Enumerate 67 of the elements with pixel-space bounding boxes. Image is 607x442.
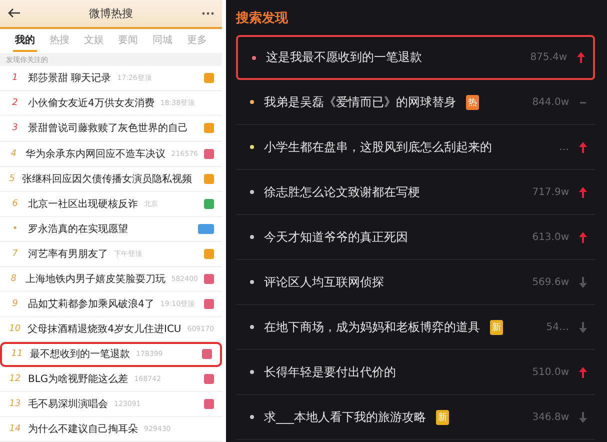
- topic-tag: 新: [436, 410, 449, 424]
- rank-number: 3: [11, 123, 19, 134]
- topic-title: 河艺率有男朋友了: [28, 248, 108, 261]
- list-row[interactable]: 在地下商场，成为妈妈和老板博弈的道具 新 54…: [236, 305, 595, 350]
- topic-title: 郑莎景甜 聊天记录: [28, 72, 112, 86]
- topic-title: 评论区人均互联网侦探: [264, 274, 384, 290]
- page-title: 微博热搜: [89, 6, 133, 21]
- topic-title: 小伙偷女友近4万供女友消费: [28, 96, 154, 110]
- topic-title: 罗永浩真的在实现愿望: [28, 222, 128, 236]
- topic-title: 北京一社区出现硬核反诈: [28, 198, 138, 211]
- heat-value: 613.0w: [532, 232, 569, 242]
- list-row[interactable]: 求___本地人看下我的旅游攻略 新 346.8w: [236, 395, 595, 440]
- list-row[interactable]: 小学生都在盘串，这股风到底怎么刮起来的 …: [236, 125, 595, 170]
- heat-value: 569.6w: [532, 276, 569, 288]
- rank-number: 8: [10, 274, 18, 284]
- topic-title: 长得年轻是要付出代价的: [264, 364, 396, 380]
- heat-value: 346.8w: [532, 412, 569, 422]
- heat-value: 510.0w: [532, 366, 569, 378]
- topic-title: 最不想收到的一笔退款: [30, 348, 130, 362]
- list-row[interactable]: 5 张继科回应因欠债传播女演员隐私视频: [0, 166, 222, 192]
- topic-title: BLG为啥视野能这么差: [28, 372, 128, 386]
- topic-title: 为什么不建议自己掏耳朵: [28, 422, 138, 436]
- back-icon[interactable]: [8, 8, 20, 18]
- heat-value: 875.4w: [530, 52, 567, 63]
- topic-title: 在地下商场，成为妈妈和老板博弈的道具: [264, 318, 480, 336]
- heat-value: 717.9w: [532, 186, 569, 198]
- list-row[interactable]: 今天才知道爷爷的真正死因 613.0w: [236, 215, 595, 260]
- topic-title: 华为余承东内网回应不造车决议: [25, 148, 166, 161]
- rank-number: 4: [10, 148, 18, 159]
- rank-number: 9: [11, 298, 19, 309]
- more-icon[interactable]: [202, 12, 214, 15]
- rank-number: 11: [10, 349, 24, 360]
- highlighted-row[interactable]: 这是我最不愿收到的一笔退款 875.4w: [236, 35, 595, 80]
- rank-number: •: [11, 224, 19, 234]
- topic-title: 我弟是吴磊《爱情而已》的网球替身: [264, 94, 456, 110]
- rank-number: 13: [8, 398, 22, 409]
- topic-title: 品如艾莉都参加乘风破浪4了: [28, 298, 154, 311]
- topic-tag: 热: [466, 94, 479, 110]
- rank-number: 5: [8, 174, 16, 184]
- topic-title: 这是我最不愿收到的一笔退款: [266, 49, 422, 66]
- topic-tag: 新: [490, 320, 503, 334]
- rank-number: 12: [8, 374, 22, 384]
- topic-title: 求___本地人看下我的旅游攻略: [264, 408, 426, 426]
- list-row[interactable]: • 罗永浩真的在实现愿望: [0, 216, 222, 242]
- list-row[interactable]: 徐志胜怎么论文致谢都在写梗 717.9w: [236, 170, 595, 215]
- list-row[interactable]: 长得年轻是要付出代价的 510.0w: [236, 350, 595, 395]
- rank-number: 2: [11, 98, 19, 108]
- rank-number: 7: [11, 248, 19, 259]
- topic-title: 毛不易深圳演唱会: [28, 398, 108, 411]
- heat-value: …: [559, 142, 569, 152]
- rank-number: 6: [11, 198, 19, 209]
- topic-title: 今天才知道爷爷的真正死因: [264, 228, 408, 246]
- heat-value: 844.0w: [532, 96, 569, 108]
- topic-title: 张继科回应因欠债传播女演员隐私视频: [22, 172, 192, 186]
- rank-number: 10: [8, 324, 22, 334]
- topic-title: 景甜曾说司藤救赎了灰色世界的自己: [28, 122, 188, 136]
- topic-title: 徐志胜怎么论文致谢都在写梗: [264, 184, 420, 200]
- list-row[interactable]: 3 景甜曾说司藤救赎了灰色世界的自己: [0, 116, 222, 142]
- rank-number: 1: [11, 73, 19, 84]
- heat-value: 54…: [546, 322, 569, 332]
- list-row[interactable]: 评论区人均互联网侦探 569.6w: [236, 260, 595, 305]
- topic-title: 父母抹酒精退烧致4岁女儿住进ICU: [28, 322, 182, 336]
- topic-title: 上海地铁内男子嬉皮笑脸耍刀玩: [25, 272, 166, 286]
- list-row[interactable]: 我弟是吴磊《爱情而已》的网球替身 热 844.0w: [236, 80, 595, 125]
- section-title: 搜索发现: [236, 10, 289, 28]
- rank-number: 14: [8, 424, 22, 434]
- topic-title: 小学生都在盘串，这股风到底怎么刮起来的: [264, 138, 492, 156]
